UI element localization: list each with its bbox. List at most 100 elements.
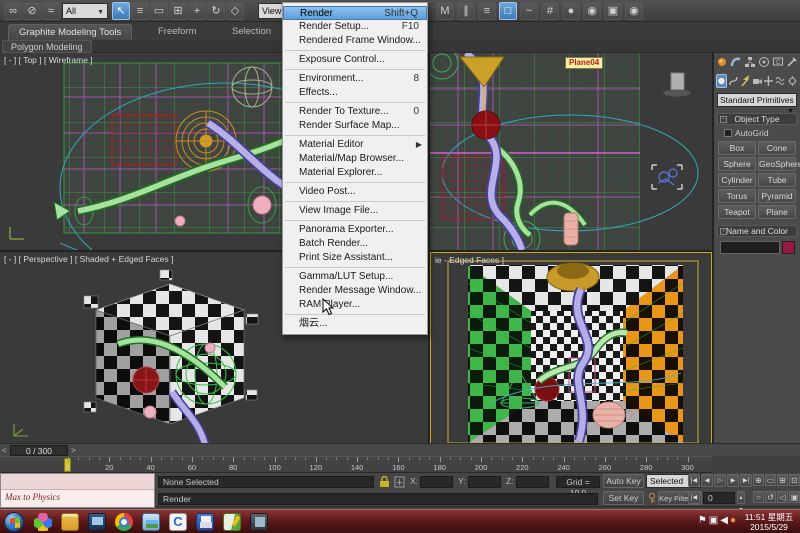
- autogrid-checkbox[interactable]: [724, 129, 732, 137]
- z-coord-field[interactable]: [516, 476, 549, 488]
- x-coord-field[interactable]: [420, 476, 453, 488]
- object-name-field[interactable]: [720, 241, 780, 254]
- viewport-camera-active[interactable]: ie - Edged Faces ]: [430, 252, 712, 450]
- render-setup-icon[interactable]: ◉: [583, 2, 601, 20]
- utilities-tab-icon[interactable]: [786, 55, 798, 69]
- object-button-sphere[interactable]: Sphere: [718, 157, 756, 171]
- window-icon[interactable]: ▣: [709, 515, 720, 526]
- orbit-icon[interactable]: ↺: [765, 491, 776, 503]
- viewport-top-label[interactable]: [ - ] [ Top ] [ Wireframe ]: [4, 55, 93, 65]
- selection-lock-icon[interactable]: [379, 476, 390, 488]
- track-bar[interactable]: 0204060801001201401601802002202402602803…: [0, 456, 712, 473]
- menu-item-environment[interactable]: Environment...8: [283, 72, 427, 86]
- menu-item-render[interactable]: RenderShift+Q: [283, 6, 427, 20]
- taskbar-clock[interactable]: 11:51 星期五 2015/5/29: [740, 512, 798, 532]
- menu-item-print-size-assistant[interactable]: Print Size Assistant...: [283, 251, 427, 265]
- bind-to-spacewarp-icon[interactable]: ≈: [42, 2, 60, 20]
- go-to-end-button[interactable]: ▶|: [740, 474, 752, 487]
- ribbon-tab-selection[interactable]: Selection: [222, 24, 281, 40]
- object-button-cylinder[interactable]: Cylinder: [718, 173, 756, 187]
- menu-item-effects[interactable]: Effects...: [283, 86, 427, 100]
- absolute-mode-icon[interactable]: [394, 476, 405, 488]
- object-button-geosphere[interactable]: GeoSphere: [758, 157, 796, 171]
- menu-item-exposure-control[interactable]: Exposure Control...: [283, 53, 427, 67]
- render-production-icon[interactable]: ◉: [625, 2, 643, 20]
- window-crossing-icon[interactable]: ⊞: [169, 2, 187, 20]
- object-button-torus[interactable]: Torus: [718, 189, 756, 203]
- object-color-swatch[interactable]: [782, 241, 795, 254]
- ribbon-tab-graphite[interactable]: Graphite Modeling Tools: [8, 24, 132, 40]
- listener-row[interactable]: Max to Physics: [1, 490, 154, 507]
- menu-item-render-message-window[interactable]: Render Message Window...: [283, 284, 427, 298]
- pinwheel-taskbar-icon[interactable]: [34, 513, 52, 531]
- prev-frame-button[interactable]: ◀: [701, 474, 713, 487]
- next-frame-button[interactable]: ▶: [727, 474, 739, 487]
- menu-item-material-explorer[interactable]: Material Explorer...: [283, 166, 427, 180]
- fox-icon[interactable]: ●: [730, 515, 738, 526]
- maxscript-mini-listener[interactable]: Max to Physics: [0, 473, 155, 508]
- object-button-pyramid[interactable]: Pyramid: [758, 189, 796, 203]
- curve-editor-icon[interactable]: ~: [520, 2, 538, 20]
- modify-tab-icon[interactable]: [730, 55, 742, 69]
- auto-key-button[interactable]: Auto Key: [603, 474, 644, 488]
- selection-filter-dropdown[interactable]: All▼: [62, 3, 108, 19]
- ribbon-tab-freeform[interactable]: Freeform: [148, 24, 207, 40]
- material-editor-icon[interactable]: ●: [562, 2, 580, 20]
- geometry-category-icon[interactable]: [716, 74, 727, 88]
- macro-recorder-row[interactable]: [1, 474, 154, 490]
- frame-spinner[interactable]: ▲▼: [737, 491, 745, 504]
- select-and-move-icon[interactable]: +: [188, 2, 206, 20]
- chrome-taskbar-icon[interactable]: [115, 513, 133, 531]
- menu-item-ram-player[interactable]: RAM Player...: [283, 298, 427, 312]
- menu-item-gamma-lut-setup[interactable]: Gamma/LUT Setup...: [283, 270, 427, 284]
- viewport-perspective-label[interactable]: [ - ] [ Perspective ] [ Shaded + Edged F…: [4, 254, 173, 264]
- pan-icon[interactable]: ◁: [777, 491, 788, 503]
- menu-item-render-to-texture[interactable]: Render To Texture...0: [283, 105, 427, 119]
- lights-category-icon[interactable]: [740, 74, 751, 88]
- object-button-cone[interactable]: Cone: [758, 141, 796, 155]
- play-button[interactable]: ▷: [714, 474, 726, 487]
- graphite-ribbon-icon[interactable]: □: [499, 2, 517, 20]
- start-button[interactable]: [4, 512, 24, 532]
- schematic-view-icon[interactable]: #: [541, 2, 559, 20]
- rendered-frame-icon[interactable]: ▣: [604, 2, 622, 20]
- set-key-button[interactable]: Set Key: [603, 491, 644, 505]
- menu-item-view-image-file[interactable]: View Image File...: [283, 204, 427, 218]
- go-to-start-button[interactable]: |◀: [688, 474, 700, 487]
- remote-taskbar-icon[interactable]: [88, 513, 106, 531]
- speaker-icon[interactable]: ◀: [720, 515, 730, 526]
- viewport-camera-label[interactable]: ie - Edged Faces ]: [435, 255, 504, 265]
- helpers-category-icon[interactable]: [763, 74, 774, 88]
- y-coord-field[interactable]: [468, 476, 501, 488]
- floppy-taskbar-icon[interactable]: [196, 513, 214, 531]
- next-frame-arrow[interactable]: >: [71, 445, 76, 456]
- hierarchy-tab-icon[interactable]: [744, 55, 756, 69]
- name-color-rollout[interactable]: - Name and Color: [717, 225, 797, 237]
- object-button-plane[interactable]: Plane: [758, 205, 796, 219]
- phone-taskbar-icon[interactable]: [250, 513, 268, 531]
- align-icon[interactable]: ∥: [457, 2, 475, 20]
- systems-category-icon[interactable]: [787, 74, 798, 88]
- time-slider-handle[interactable]: 0 / 300: [10, 445, 68, 456]
- cameras-category-icon[interactable]: [752, 74, 763, 88]
- display-tab-icon[interactable]: C: [772, 55, 784, 69]
- mirror-icon[interactable]: M: [436, 2, 454, 20]
- select-and-rotate-icon[interactable]: ↻: [207, 2, 225, 20]
- motion-tab-icon[interactable]: [758, 55, 770, 69]
- notepad-taskbar-icon[interactable]: [223, 513, 241, 531]
- menu-item-video-post[interactable]: Video Post...: [283, 185, 427, 199]
- layer-manager-icon[interactable]: ≡: [478, 2, 496, 20]
- select-and-link-icon[interactable]: ∞: [4, 2, 22, 20]
- zoom-extents-icon[interactable]: ⊞: [777, 474, 788, 486]
- menu-item-render-setup[interactable]: Render Setup...F10: [283, 20, 427, 34]
- select-and-scale-icon[interactable]: ◇: [226, 2, 244, 20]
- spacewarps-category-icon[interactable]: [775, 74, 786, 88]
- zoom-all-icon[interactable]: ⊡: [789, 474, 800, 486]
- menu-item-material-editor[interactable]: Material Editor▶: [283, 138, 427, 152]
- image-taskbar-icon[interactable]: [142, 513, 160, 531]
- select-object-icon[interactable]: ↖: [112, 2, 130, 20]
- zoom-region-icon[interactable]: ▭: [765, 474, 776, 486]
- shapes-category-icon[interactable]: [728, 74, 739, 88]
- object-button-tube[interactable]: Tube: [758, 173, 796, 187]
- rect-selection-region-icon[interactable]: ▭: [150, 2, 168, 20]
